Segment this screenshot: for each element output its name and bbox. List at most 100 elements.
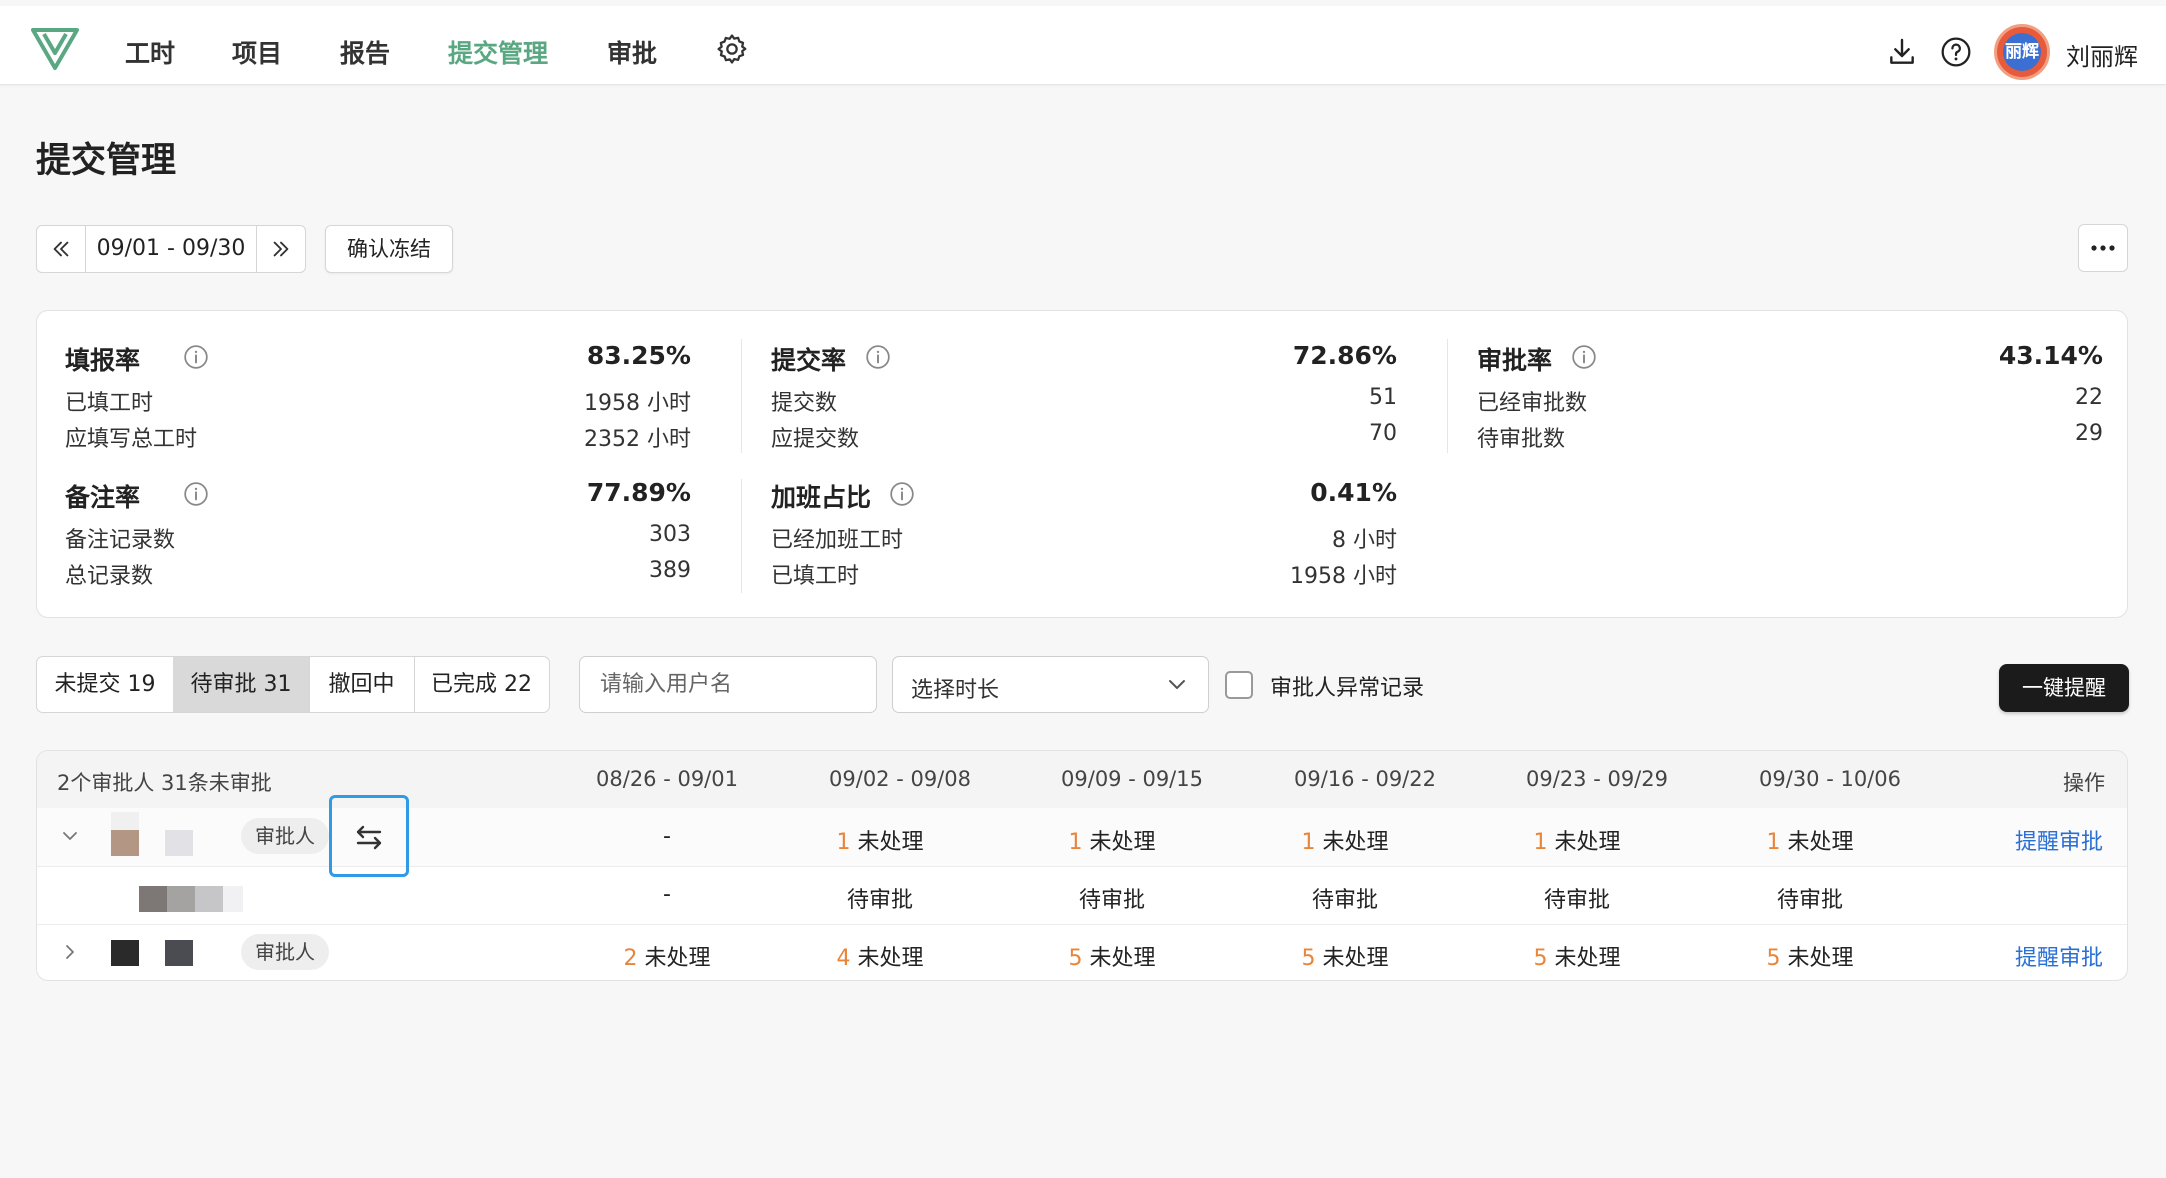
stat-label: 总记录数 [65,564,154,589]
info-icon[interactable] [889,481,915,507]
status-filter-tabs: 未提交 19 待审批 31 撤回中 已完成 22 [36,656,550,713]
date-range-picker: 09/01 - 09/30 [36,225,306,273]
stat-value: 8 小时 [1332,528,1397,553]
download-icon[interactable] [1886,36,1918,68]
chevron-down-icon [1169,680,1185,689]
pending-label: 未处理 [1322,830,1389,855]
divider [1447,339,1448,453]
previous-period-button[interactable] [37,226,86,272]
column-header-week: 08/26 - 09/01 [596,767,738,791]
approval-table: 2个审批人 31条未审批 08/26 - 09/01 09/02 - 09/08… [36,750,2128,981]
stat-percentage: 77.89% [586,478,691,507]
divider [741,479,742,593]
next-period-button[interactable] [256,226,305,272]
pending-count: 1 [1301,830,1316,855]
blurred-name [165,940,193,966]
stat-value: 22 [2075,385,2103,410]
week-cell: 1 未处理 [1068,824,1155,856]
pending-label: 未处理 [1787,946,1854,971]
tab-completed[interactable]: 已完成 22 [414,657,549,712]
week-cell: 待审批 [1776,888,1844,913]
pending-label: 未处理 [1787,830,1854,855]
stat-label: 备注记录数 [65,528,176,553]
pending-label: 未处理 [1554,830,1621,855]
column-header-actions: 操作 [2063,771,2105,795]
nav-item-projects[interactable]: 项目 [232,34,282,70]
duration-select[interactable]: 选择时长 [892,656,1209,713]
week-cell: 1 未处理 [836,824,923,856]
abnormal-records-label[interactable]: 审批人异常记录 [1270,670,1424,702]
pending-count: 5 [1533,946,1548,971]
week-cell: - [663,824,671,849]
username-search-input[interactable] [579,656,877,713]
stat-percentage: 83.25% [586,341,691,370]
stat-fill-rate: 填报率 83.25% 已填工时 1958 小时 应填写总工时 2352 小时 [65,341,691,453]
stat-title: 审批率 [1477,346,1553,375]
pending-label: 未处理 [1089,946,1156,971]
avatar[interactable]: 丽辉 [1994,24,2050,80]
week-cell: 待审批 [1311,888,1379,913]
info-icon[interactable] [183,344,209,370]
pending-count: 1 [1766,830,1781,855]
stat-overtime-ratio: 加班占比 0.41% 已经加班工时 8 小时 已填工时 1958 小时 [771,478,1397,590]
remind-approval-link[interactable]: 提醒审批 [2015,940,2103,972]
help-icon[interactable] [1940,36,1972,68]
info-icon[interactable] [1571,344,1597,370]
remind-approval-link[interactable]: 提醒审批 [2015,824,2103,856]
avatar-text: 丽辉 [2003,33,2041,71]
week-cell: 1 未处理 [1533,824,1620,856]
info-icon[interactable] [183,481,209,507]
pending-label: 未处理 [857,830,924,855]
chevron-right-icon[interactable] [61,943,79,961]
stat-label: 提交数 [771,391,838,416]
pending-label: 未处理 [1089,830,1156,855]
switch-approver-button[interactable] [329,795,409,877]
page-title: 提交管理 [36,141,177,181]
stat-title: 填报率 [65,346,141,375]
tab-not-submitted[interactable]: 未提交 19 [37,657,174,712]
app-logo-icon[interactable] [30,26,80,72]
blurred-name [167,886,195,912]
week-cell: 5 未处理 [1766,940,1853,972]
nav-item-timesheet[interactable]: 工时 [125,34,175,70]
more-horizontal-icon [2091,245,2115,251]
tab-pending-approval[interactable]: 待审批 31 [173,657,310,712]
nav-item-reports[interactable]: 报告 [340,34,390,70]
more-options-button[interactable] [2078,224,2128,272]
divider [741,339,742,453]
nav-item-approval[interactable]: 审批 [607,34,657,70]
stat-title: 备注率 [65,483,141,512]
table-row: 审批人 - 1 未处理 1 未处理 1 未处理 1 未处理 1 未处理 提醒审批 [37,795,2127,877]
pending-count: 5 [1068,946,1083,971]
stat-value: 1958 小时 [1290,564,1397,589]
column-header-week: 09/23 - 09/29 [1526,767,1668,791]
stat-value: 1958 小时 [584,391,691,416]
week-cell: 2 未处理 [623,940,710,972]
abnormal-records-checkbox[interactable] [1225,671,1253,699]
week-cell: - [663,882,671,907]
date-range-label[interactable]: 09/01 - 09/30 [85,226,257,272]
week-cell: 待审批 [1078,888,1146,913]
week-cell: 1 未处理 [1301,824,1388,856]
swap-arrows-icon [356,825,382,850]
pending-label: 未处理 [644,946,711,971]
approver-tag: 审批人 [241,934,329,970]
confirm-freeze-button[interactable]: 确认冻结 [325,225,453,273]
nav-item-submission-management[interactable]: 提交管理 [448,34,548,70]
tab-withdrawing[interactable]: 撤回中 [309,657,415,712]
stat-submit-rate: 提交率 72.86% 提交数 51 应提交数 70 [771,341,1397,453]
pending-count: 1 [1533,830,1548,855]
pending-count: 1 [836,830,851,855]
stat-percentage: 0.41% [1310,478,1397,507]
gear-icon[interactable] [715,32,749,66]
chevron-down-icon[interactable] [61,827,79,845]
blurred-avatar [139,886,167,912]
stat-label: 已填工时 [771,564,860,589]
stat-approval-rate: 审批率 43.14% 已经审批数 22 待审批数 29 [1477,341,2103,453]
stat-label: 已经加班工时 [771,528,904,553]
table-row: 审批人 2 未处理 4 未处理 5 未处理 5 未处理 5 未处理 5 未处理 … [37,924,2127,980]
user-name[interactable]: 刘丽辉 [2066,37,2138,72]
remind-all-button[interactable]: 一键提醒 [1999,664,2129,712]
info-icon[interactable] [865,344,891,370]
duration-select-placeholder: 选择时长 [911,678,1000,703]
